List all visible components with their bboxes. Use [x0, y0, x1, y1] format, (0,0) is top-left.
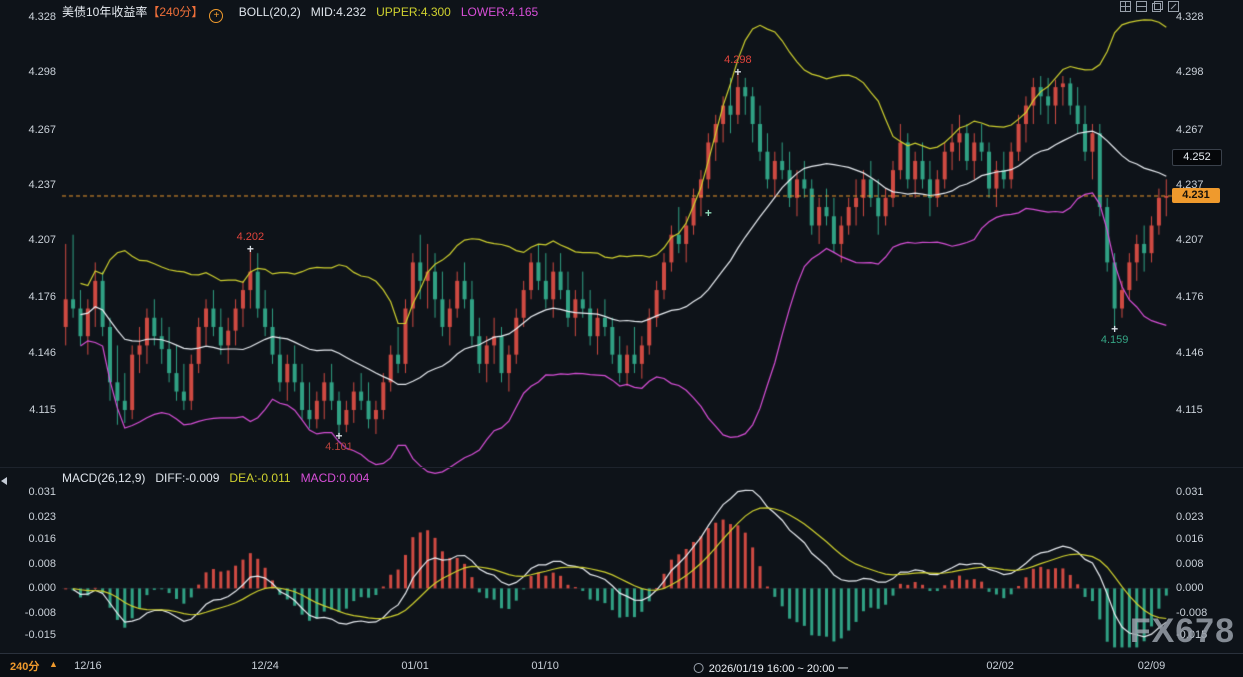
layout-split-icon[interactable]	[1136, 1, 1147, 12]
boll-lower-value: LOWER:4.165	[461, 5, 538, 19]
macd-dea-value: DEA:-0.011	[229, 471, 290, 485]
time-axis-bar: 240分 ▲	[0, 653, 1243, 677]
trading-chart-app: 美债10年收益率【240分】 + BOLL(20,2) MID:4.232 UPPER…	[0, 0, 1243, 677]
macd-diff-value: DIFF:-0.009	[155, 471, 219, 485]
window-controls	[1120, 1, 1179, 12]
macd-label: MACD(26,12,9)	[62, 471, 145, 485]
watermark: FX678	[1130, 612, 1235, 651]
add-indicator-icon[interactable]: +	[209, 9, 223, 23]
cascade-windows-icon[interactable]	[1152, 1, 1163, 12]
boll-label: BOLL(20,2)	[239, 5, 301, 19]
collapse-panel-icon[interactable]	[1, 477, 7, 485]
timeframe-up-arrow-icon: ▲	[49, 659, 58, 669]
macd-header: MACD(26,12,9) DIFF:-0.009 DEA:-0.011 MACD:0…	[62, 471, 379, 485]
timeframe-label[interactable]: 240分	[10, 658, 39, 674]
boll-upper-value: UPPER:4.300	[376, 5, 451, 19]
macd-macd-value: MACD:0.004	[301, 471, 370, 485]
fullscreen-icon[interactable]	[1168, 1, 1179, 12]
period-tag[interactable]: 【240分】	[147, 5, 203, 19]
chart-header: 美债10年收益率【240分】 + BOLL(20,2) MID:4.232 UPPER…	[62, 3, 548, 23]
layout-grid-icon[interactable]	[1120, 1, 1131, 12]
boll-mid-value: MID:4.232	[311, 5, 366, 19]
panel-divider	[0, 467, 1243, 468]
candlestick-chart-canvas[interactable]	[0, 0, 1243, 677]
instrument-title: 美债10年收益率	[62, 5, 147, 19]
